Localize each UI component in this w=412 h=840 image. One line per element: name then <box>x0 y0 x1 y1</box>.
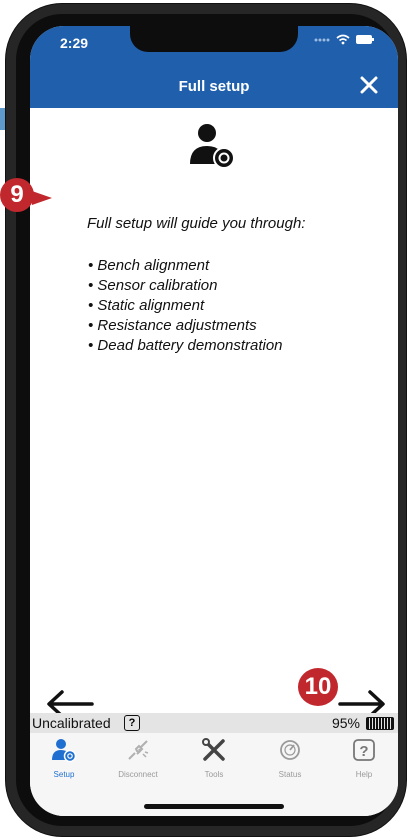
list-item: Sensor calibration <box>88 276 283 296</box>
status-icon <box>280 740 300 760</box>
close-button[interactable] <box>354 70 384 100</box>
tab-bar: Setup Disconnect Tools Status ? Help <box>30 733 398 816</box>
tab-label: Tools <box>204 770 224 779</box>
tab-label: Status <box>278 770 302 779</box>
setup-content: Full setup will guide you through: Bench… <box>30 108 398 718</box>
setup-icon <box>52 739 77 763</box>
calibration-help-button[interactable]: ? <box>124 715 140 731</box>
annotation-pointer <box>32 191 52 205</box>
list-item: Static alignment <box>88 296 283 316</box>
tab-label: Help <box>355 770 373 779</box>
phone-screen: 2:29 Full setup Full setup will guide yo… <box>30 26 398 816</box>
list-item: Dead battery demonstration <box>88 336 282 356</box>
list-item: Resistance adjustments <box>88 316 283 336</box>
phone-notch <box>130 26 298 52</box>
page-title: Full setup <box>178 78 250 95</box>
list-item: Bench alignment <box>88 256 283 276</box>
annotation-badge-9: 9 <box>0 178 34 212</box>
tab-disconnect[interactable]: Disconnect <box>108 737 168 785</box>
wifi-icon <box>336 34 350 45</box>
tab-help[interactable]: ? Help <box>334 737 394 785</box>
home-indicator <box>144 804 284 809</box>
steps-list: Bench alignment Sensor calibration Stati… <box>88 256 283 356</box>
status-time: 2:29 <box>60 35 89 51</box>
user-gear-icon <box>190 124 235 169</box>
disconnect-icon <box>128 740 149 760</box>
tab-setup[interactable]: Setup <box>34 737 94 785</box>
svg-text:?: ? <box>359 743 368 760</box>
signal-dots-icon <box>314 38 330 41</box>
calibration-status-bar: Uncalibrated ? 95% <box>30 713 398 733</box>
annotation-badge-10: 10 <box>298 668 338 706</box>
tab-label: Setup <box>53 770 75 779</box>
phone-battery-icon <box>356 35 374 44</box>
tab-label: Disconnect <box>118 770 158 779</box>
tab-tools[interactable]: Tools <box>184 737 244 785</box>
device-battery-icon <box>366 717 394 730</box>
tab-status[interactable]: Status <box>260 737 320 785</box>
help-icon: ? <box>353 739 375 761</box>
close-icon <box>360 76 378 94</box>
tools-icon <box>202 738 225 761</box>
status-icons <box>314 34 374 45</box>
battery-percent: 95% <box>331 715 360 731</box>
calibration-status: Uncalibrated <box>32 715 111 731</box>
intro-text: Full setup will guide you through: <box>87 215 306 232</box>
